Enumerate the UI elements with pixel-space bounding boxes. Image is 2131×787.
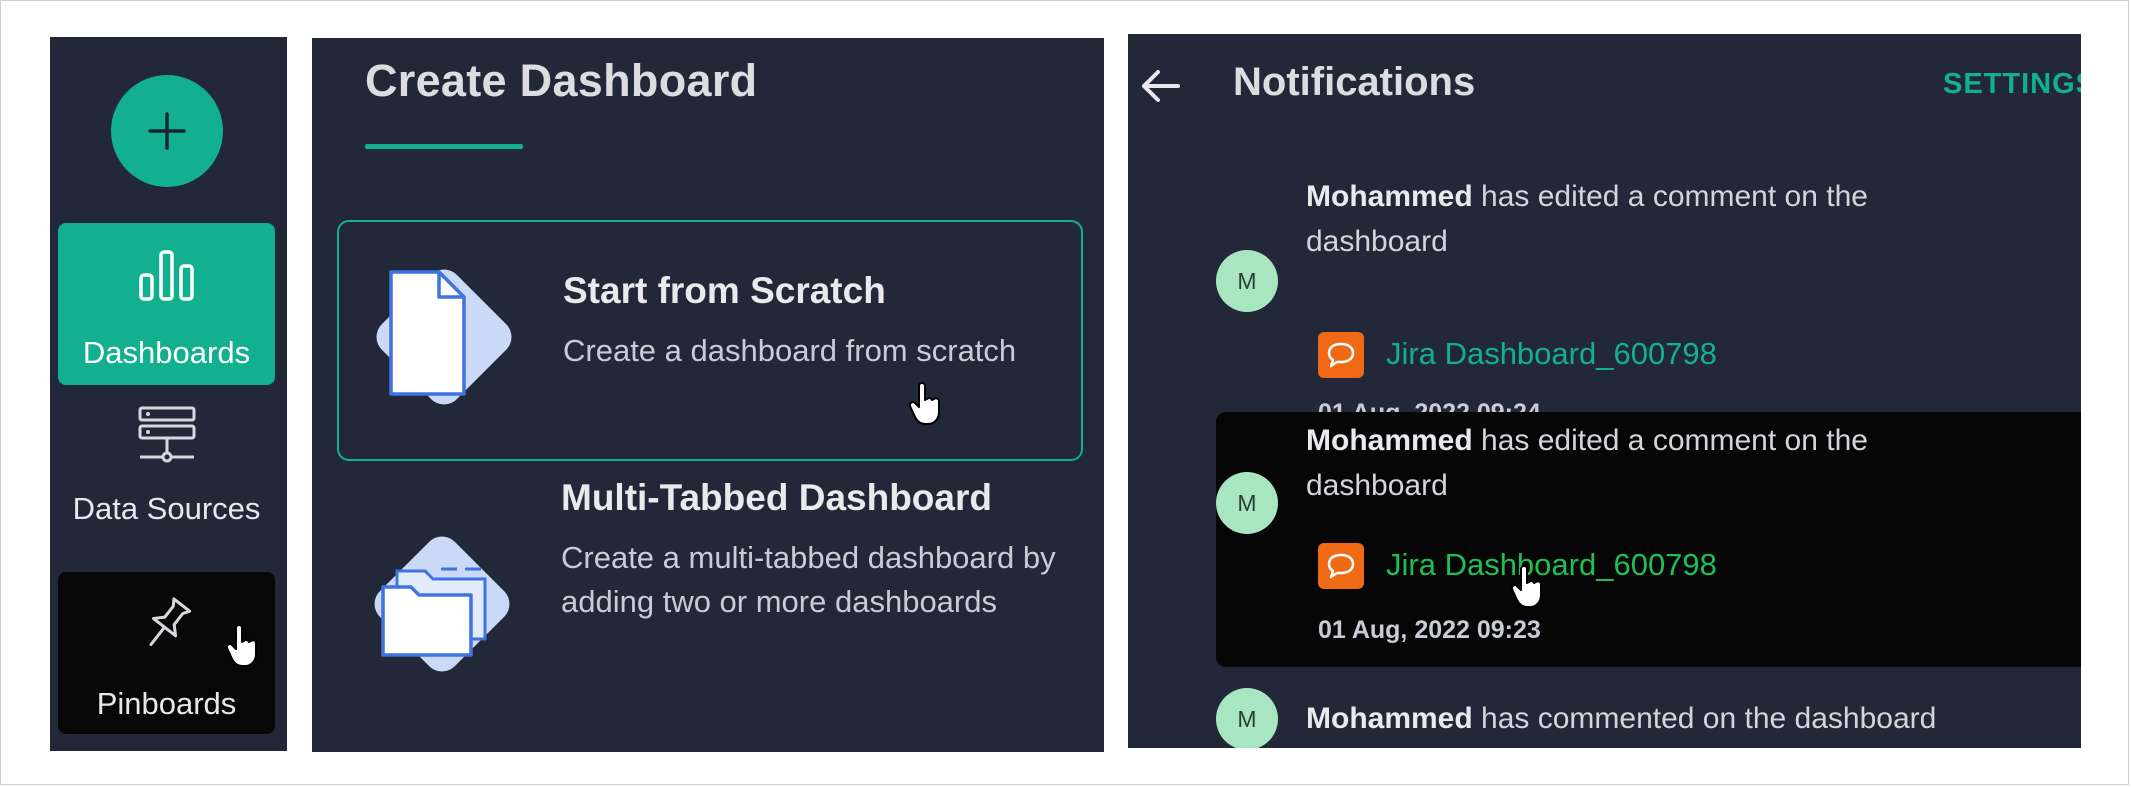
sidebar-item-data-sources[interactable]: Data Sources [58,405,275,563]
hand-cursor-icon [226,624,257,667]
notifications-panel: Notifications SETTINGS M Mohammed has ed… [1128,34,2081,748]
card-description: Create a multi-tabbed dashboard by addin… [561,540,1056,619]
sidebar-item-pinboards[interactable]: Pinboards [58,572,275,734]
timestamp: 01 Aug, 2022 09:23 [1318,616,1541,644]
card-title: Multi-Tabbed Dashboard [561,477,992,518]
sidebar-item-label: Dashboards [82,335,251,370]
create-dashboard-panel: Create Dashboard Start from Scratch Crea… [312,38,1104,752]
notification-user: Mohammed [1306,702,1473,735]
page-title: Notifications [1233,60,1476,104]
sidebar-panel: Dashboards Data Sources Pinboards [50,37,287,751]
notification-action: has commented on the dashboard [1472,702,1937,735]
notification-message: Mohammed has commented on the dashboard [1306,696,2081,741]
dashboard-link-text[interactable]: Jira Dashboard_600798 [1386,547,1717,583]
card-title: Start from Scratch [563,270,886,311]
comment-icon [1318,332,1364,378]
bar-chart-icon [138,250,194,301]
sidebar-item-label: Pinboards [96,686,237,721]
create-button[interactable] [111,75,223,187]
start-from-scratch-card[interactable]: Start from Scratch Create a dashboard fr… [337,220,1083,461]
multi-tabbed-dashboard-card[interactable]: Multi-Tabbed Dashboard Create a multi-ta… [337,477,1083,752]
notification-item[interactable]: M Mohammed has edited a comment on the d… [1216,412,2081,667]
notification-message: Mohammed has edited a comment on the das… [1306,174,1946,264]
avatar: M [1216,250,1278,312]
sidebar-item-dashboards[interactable]: Dashboards [58,223,275,385]
page-title: Create Dashboard [365,55,758,106]
avatar: M [1216,688,1278,748]
notification-user: Mohammed [1306,424,1473,457]
card-description: Create a dashboard from scratch [563,333,1017,368]
comment-icon [1318,543,1364,589]
notification-item[interactable]: M Mohammed has edited a comment on the d… [1216,174,2081,429]
pin-icon [148,597,191,646]
sidebar-item-label: Data Sources [72,491,261,526]
plus-icon [148,112,186,150]
dashboard-link-text[interactable]: Jira Dashboard_600798 [1386,336,1717,372]
avatar: M [1216,472,1278,534]
settings-link[interactable]: SETTINGS [1943,68,2081,101]
hand-cursor-icon [909,382,940,425]
notification-user: Mohammed [1306,180,1473,213]
back-arrow-icon[interactable] [1138,64,1182,108]
title-underline [365,144,523,149]
hand-cursor-icon [1511,565,1542,608]
notification-item[interactable]: M Mohammed has commented on the dashboar… [1216,684,2081,748]
notification-message: Mohammed has edited a comment on the das… [1306,418,1946,508]
folder-icon [374,536,510,672]
document-icon [376,269,512,405]
server-stack-icon [138,406,195,463]
